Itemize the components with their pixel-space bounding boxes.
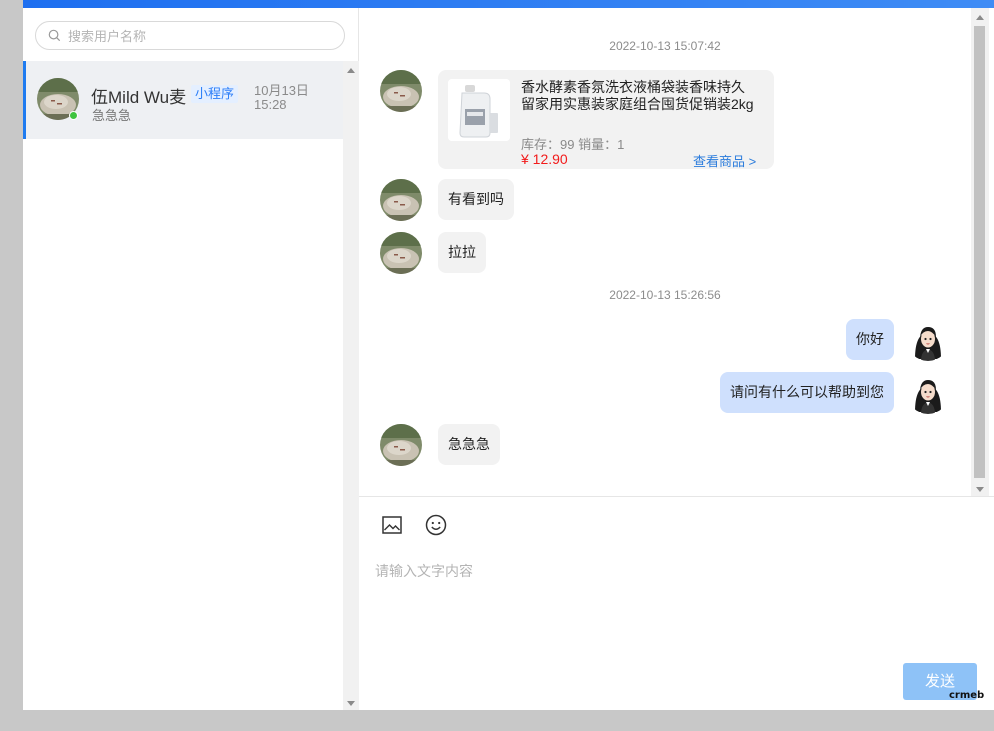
message-area: 2022-10-13 15:07:42 香水酵素香氛洗衣液桶袋装香味持久留家用实… xyxy=(359,8,994,496)
product-image xyxy=(448,79,510,141)
customer-avatar xyxy=(380,424,422,466)
agent-avatar xyxy=(907,319,949,361)
top-bar xyxy=(23,0,994,8)
emoji-icon[interactable] xyxy=(425,514,447,536)
scroll-up-arrow-icon[interactable] xyxy=(347,68,355,73)
customer-avatar xyxy=(380,232,422,274)
search-input[interactable] xyxy=(68,26,328,46)
search-box[interactable] xyxy=(35,21,345,50)
message-bubble: 拉拉 xyxy=(438,232,486,273)
message-bubble: 请问有什么可以帮助到您 xyxy=(720,372,894,413)
chat-scrollbar[interactable] xyxy=(971,8,989,496)
message-timestamp: 2022-10-13 15:26:56 xyxy=(609,288,721,302)
conversation-time: 10月13日 15:28 xyxy=(254,83,309,112)
agent-avatar xyxy=(907,372,949,414)
message-bubble: 急急急 xyxy=(438,424,500,465)
scroll-down-arrow-icon[interactable] xyxy=(976,487,984,492)
message-bubble: 有看到吗 xyxy=(438,179,514,220)
view-product-link[interactable]: 查看商品 > xyxy=(693,151,756,170)
scroll-up-arrow-icon[interactable] xyxy=(976,15,984,20)
product-card[interactable]: 香水酵素香氛洗衣液桶袋装香味持久留家用实惠装家庭组合囤货促销装2kg 库存：99… xyxy=(438,70,774,169)
conversation-sidebar: 伍Mild Wu麦 小程序 10月13日 15:28 急急急 xyxy=(23,8,359,710)
message-timestamp: 2022-10-13 15:07:42 xyxy=(609,39,721,53)
search-icon xyxy=(48,29,61,42)
customer-avatar xyxy=(380,70,422,112)
product-price: ¥ 12.90 xyxy=(521,151,568,167)
conversation-preview: 急急急 xyxy=(92,108,132,123)
scrollbar-thumb[interactable] xyxy=(974,26,985,478)
message-bubble: 你好 xyxy=(846,319,894,360)
scroll-down-arrow-icon[interactable] xyxy=(347,701,355,706)
conversation-item[interactable]: 伍Mild Wu麦 小程序 10月13日 15:28 急急急 xyxy=(23,61,343,139)
brand-watermark: crmeb xyxy=(949,690,985,701)
source-tag: 小程序 xyxy=(191,85,239,103)
message-input[interactable] xyxy=(375,561,975,661)
conversation-list: 伍Mild Wu麦 小程序 10月13日 15:28 急急急 xyxy=(23,61,343,710)
customer-avatar xyxy=(380,179,422,221)
sidebar-scrollbar[interactable] xyxy=(343,61,359,710)
product-title: 香水酵素香氛洗衣液桶袋装香味持久留家用实惠装家庭组合囤货促销装2kg xyxy=(521,79,754,112)
image-icon[interactable] xyxy=(381,514,403,536)
online-status-dot xyxy=(69,111,78,120)
customer-service-app: 伍Mild Wu麦 小程序 10月13日 15:28 急急急 2022-10-1… xyxy=(23,0,994,710)
composer-divider xyxy=(359,496,994,497)
chat-panel: 2022-10-13 15:07:42 香水酵素香氛洗衣液桶袋装香味持久留家用实… xyxy=(359,8,994,710)
